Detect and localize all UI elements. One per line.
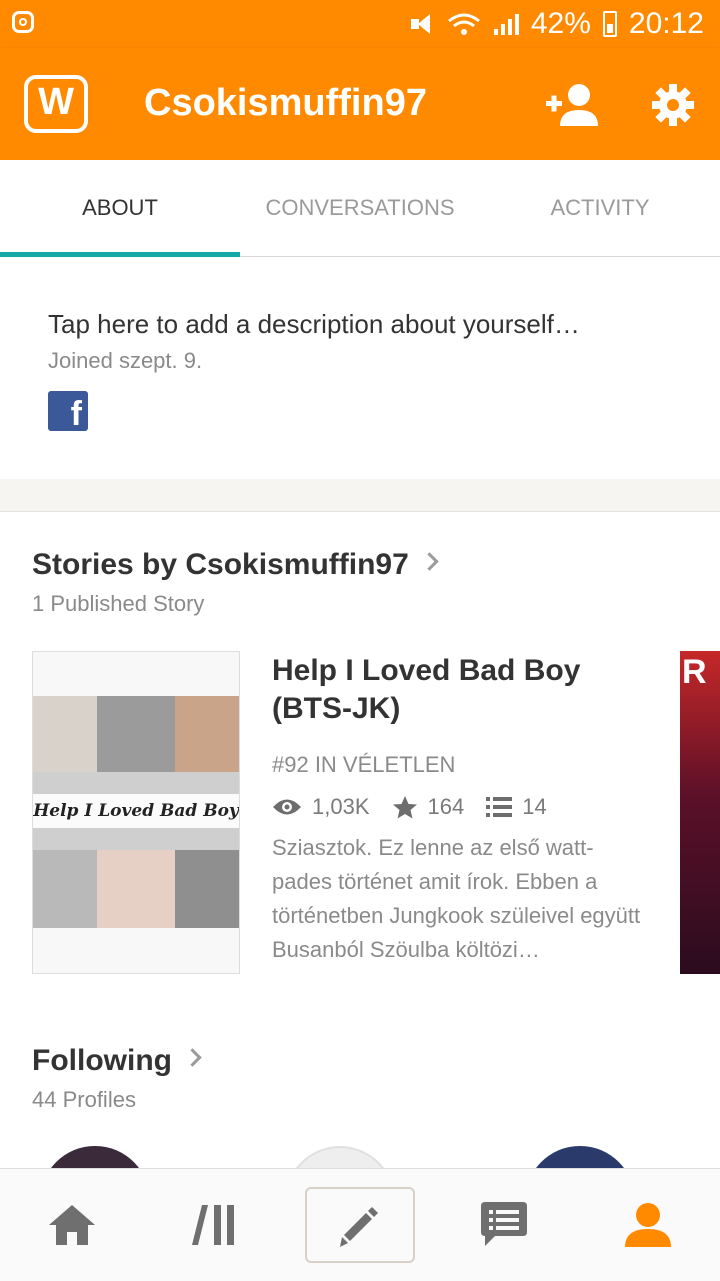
nav-write[interactable] (288, 1169, 432, 1281)
battery-icon (602, 11, 617, 37)
pencil-icon (340, 1207, 378, 1247)
profile-icon (625, 1203, 671, 1247)
nav-library[interactable] (144, 1169, 288, 1281)
parts-stat: 14 (486, 794, 547, 820)
nav-home[interactable] (0, 1169, 144, 1281)
follow-user-button[interactable] (544, 82, 602, 128)
eye-icon (273, 799, 301, 815)
tab-conversations[interactable]: CONVERSATIONS (240, 160, 480, 256)
tab-about[interactable]: ABOUT (0, 160, 240, 256)
stories-header[interactable]: Stories by Csokismuffin97 (32, 548, 439, 582)
following-header[interactable]: Following (32, 1044, 202, 1078)
story-cover-title: Help I Loved Bad Boy (33, 794, 239, 828)
write-button[interactable] (305, 1187, 415, 1263)
mute-icon (409, 13, 435, 35)
parts-count: 14 (522, 794, 547, 819)
section-divider (0, 479, 720, 512)
story-rank: #92 IN VÉLETLEN (272, 752, 456, 777)
battery-percent: 42% (530, 7, 591, 40)
chevron-right-icon (420, 552, 439, 571)
chevron-right-icon (183, 1048, 202, 1067)
signal-icon (493, 12, 519, 36)
following-title: Following (32, 1044, 172, 1077)
wattpad-logo-icon[interactable] (24, 75, 88, 133)
add-description-prompt[interactable]: Tap here to add a description about your… (48, 309, 580, 340)
joined-date: Joined szept. 9. (48, 348, 203, 373)
bottom-navigation (0, 1168, 720, 1281)
story-stats: 1,03K 164 14 (272, 790, 569, 824)
votes-stat: 164 (392, 794, 465, 820)
instagram-icon (12, 11, 34, 33)
gear-icon (652, 84, 694, 126)
nav-profile[interactable] (576, 1169, 720, 1281)
stories-title: Stories by Csokismuffin97 (32, 548, 409, 581)
reads-count: 1,03K (312, 794, 370, 819)
story-title[interactable]: Help I Loved Bad Boy (BTS-JK) (272, 652, 652, 728)
nav-messages[interactable] (432, 1169, 576, 1281)
story-cover[interactable]: Help I Loved Bad Boy (32, 651, 240, 974)
settings-button[interactable] (650, 82, 696, 128)
list-icon (486, 797, 513, 817)
add-user-icon (546, 84, 598, 126)
avatar[interactable] (285, 1146, 395, 1170)
library-icon (192, 1205, 234, 1245)
stories-section: Stories by Csokismuffin97 1 Published St… (0, 512, 720, 1009)
following-count: 44 Profiles (32, 1087, 136, 1112)
wifi-icon (447, 12, 481, 36)
home-icon (49, 1205, 95, 1245)
facebook-icon[interactable]: f (48, 391, 88, 433)
tab-activity[interactable]: ACTIVITY (480, 160, 720, 256)
status-bar: 42% 20:12 (0, 0, 720, 48)
app-bar: Csokismuffin97 (0, 48, 720, 160)
avatar[interactable] (40, 1146, 150, 1170)
star-icon (392, 796, 417, 819)
story-description: Sziasztok. Ez lenne az első watt-pades t… (272, 835, 641, 962)
profile-tabs: ABOUT CONVERSATIONS ACTIVITY (0, 160, 720, 257)
next-story-cover[interactable]: R (680, 651, 720, 974)
reads-stat: 1,03K (272, 794, 370, 820)
messages-icon (481, 1202, 527, 1246)
avatar[interactable] (525, 1146, 635, 1170)
next-story-cover-text: R (682, 653, 707, 691)
following-section: Following 44 Profiles (0, 1008, 720, 1170)
about-section: Tap here to add a description about your… (0, 257, 720, 479)
votes-count: 164 (427, 794, 465, 819)
story-cover-image: Help I Loved Bad Boy (33, 696, 239, 928)
profile-username: Csokismuffin97 (144, 82, 427, 124)
stories-count: 1 Published Story (32, 591, 205, 616)
clock: 20:12 (628, 7, 704, 40)
